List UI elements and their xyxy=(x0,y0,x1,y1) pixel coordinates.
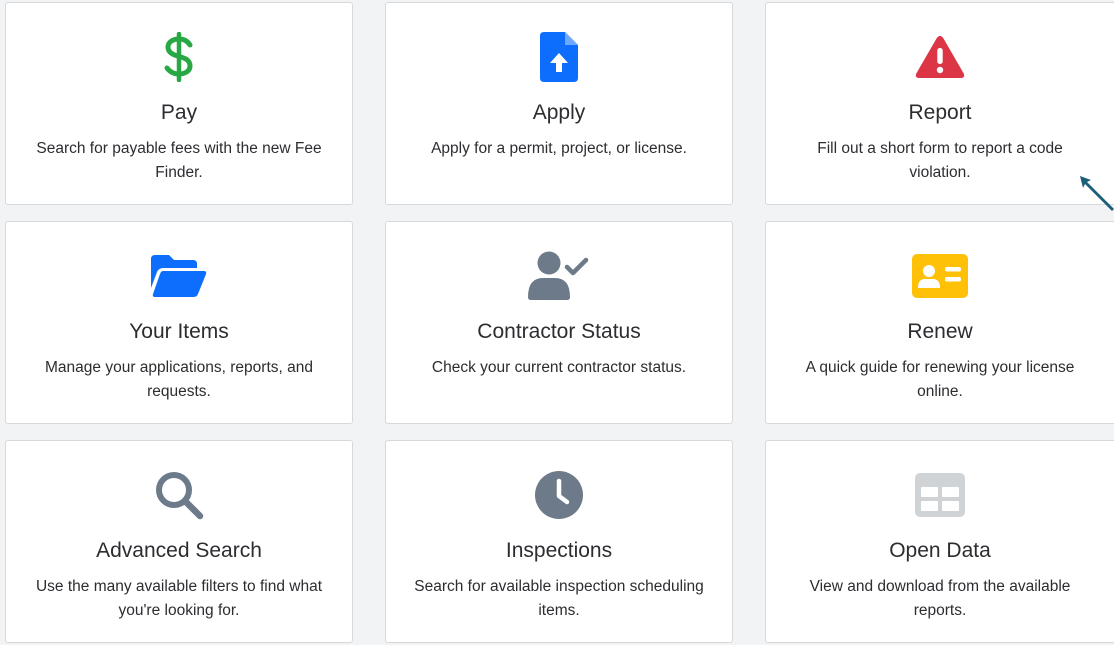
card-description: Search for payable fees with the new Fee… xyxy=(36,140,322,181)
card-inspections[interactable]: Inspections Search for available inspect… xyxy=(385,440,733,643)
card-pay[interactable]: Pay Search for payable fees with the new… xyxy=(5,2,353,205)
id-card-icon xyxy=(908,248,972,304)
card-contractor-status[interactable]: Contractor Status Check your current con… xyxy=(385,221,733,424)
card-advanced-search[interactable]: Advanced Search Use the many available f… xyxy=(5,440,353,643)
card-title: Inspections xyxy=(505,539,613,562)
card-open-data[interactable]: Open Data View and download from the ava… xyxy=(765,440,1114,643)
mouse-cursor-icon xyxy=(1078,174,1114,214)
card-description: Fill out a short form to report a code v… xyxy=(817,140,1063,181)
file-upload-icon xyxy=(527,29,591,85)
card-title: Advanced Search xyxy=(96,539,262,562)
card-description: Use the many available filters to find w… xyxy=(35,578,323,619)
dollar-icon xyxy=(147,29,211,85)
warning-icon xyxy=(908,29,972,85)
card-description: View and download from the available rep… xyxy=(809,578,1071,619)
card-apply[interactable]: Apply Apply for a permit, project, or li… xyxy=(385,2,733,205)
card-title: Open Data xyxy=(889,539,991,562)
user-check-icon xyxy=(527,248,591,304)
card-description: Search for available inspection scheduli… xyxy=(414,578,704,619)
card-description: Manage your applications, reports, and r… xyxy=(45,359,313,400)
card-your-items[interactable]: Your Items Manage your applications, rep… xyxy=(5,221,353,424)
card-description: Check your current contractor status. xyxy=(431,359,687,376)
search-icon xyxy=(147,467,211,523)
card-title: Your Items xyxy=(129,320,229,343)
card-title: Contractor Status xyxy=(477,320,641,343)
card-title: Apply xyxy=(532,101,586,124)
card-title: Pay xyxy=(160,101,198,124)
folder-icon xyxy=(147,248,211,304)
card-description: A quick guide for renewing your license … xyxy=(805,359,1075,400)
card-title: Report xyxy=(908,101,972,124)
clock-icon xyxy=(527,467,591,523)
table-icon xyxy=(908,467,972,523)
card-title: Renew xyxy=(907,320,973,343)
card-report[interactable]: Report Fill out a short form to report a… xyxy=(765,2,1114,205)
card-renew[interactable]: Renew A quick guide for renewing your li… xyxy=(765,221,1114,424)
card-description: Apply for a permit, project, or license. xyxy=(431,140,687,157)
services-grid: Pay Search for payable fees with the new… xyxy=(0,0,1114,645)
